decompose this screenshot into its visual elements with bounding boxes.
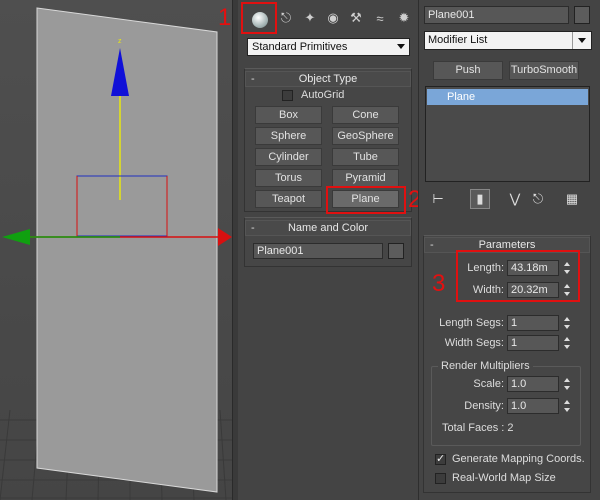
configure-modifier-sets-icon[interactable]: ▦ (562, 189, 582, 209)
viewport-scene: z (0, 0, 232, 500)
collapse-icon: - (251, 73, 255, 85)
plane-object (36, 7, 218, 493)
callout-highlight-2 (326, 186, 406, 214)
callout-highlight-3 (456, 250, 580, 302)
stack-item-plane[interactable]: Plane (427, 89, 588, 105)
render-multipliers-title: Render Multipliers (438, 360, 533, 372)
pin-stack-icon[interactable]: ⊢ (428, 189, 448, 209)
modify-object-name-input[interactable]: Plane001 (424, 6, 569, 24)
shapes-tab-icon[interactable]: ⎋ (276, 8, 296, 28)
length-segs-input[interactable]: 1 (507, 315, 559, 331)
scale-input[interactable]: 1.0 (507, 376, 559, 392)
object-type-header[interactable]: - Object Type (245, 71, 411, 87)
chevron-down-icon (578, 38, 586, 43)
box-button[interactable]: Box (255, 106, 322, 124)
remove-modifier-icon[interactable]: ⎋ (528, 189, 548, 209)
width-segs-label: Width Segs: (444, 337, 504, 349)
generate-mapping-coords-label: Generate Mapping Coords. (452, 453, 585, 465)
modifier-list-dropdown[interactable]: Modifier List (424, 31, 592, 50)
show-end-result-icon[interactable]: ▮ (470, 189, 490, 209)
autogrid-label: AutoGrid (301, 89, 345, 101)
width-segs-input[interactable]: 1 (507, 335, 559, 351)
length-segs-spinner[interactable] (563, 315, 572, 331)
teapot-button[interactable]: Teapot (255, 190, 322, 208)
sphere-button[interactable]: Sphere (255, 127, 322, 145)
category-dropdown[interactable]: Standard Primitives (247, 38, 410, 56)
tube-button[interactable]: Tube (332, 148, 399, 166)
callout-highlight-1 (241, 2, 277, 34)
length-segs-label: Length Segs: (439, 317, 504, 329)
turbosmooth-modifier-button[interactable]: TurboSmooth (509, 61, 579, 80)
name-and-color-rollout: - Name and Color (244, 217, 412, 267)
geosphere-button[interactable]: GeoSphere (332, 127, 399, 145)
gizmo-z-label: z (118, 38, 122, 45)
real-world-map-size-label: Real-World Map Size (452, 472, 556, 484)
make-unique-icon[interactable]: ⋁ (505, 189, 525, 209)
cameras-tab-icon[interactable]: ◉ (323, 8, 343, 28)
lights-tab-icon[interactable]: ✦ (300, 8, 320, 28)
total-faces-readout: Total Faces : 2 (442, 422, 514, 434)
helpers-tab-icon[interactable]: ⚒ (346, 8, 366, 28)
object-color-swatch[interactable] (388, 243, 404, 259)
modifier-list-arrow[interactable] (572, 32, 591, 49)
object-name-input[interactable]: Plane001 (253, 243, 383, 259)
space-warps-tab-icon[interactable]: ≈ (370, 8, 390, 28)
scale-label: Scale: (473, 378, 504, 390)
chevron-down-icon (397, 44, 405, 49)
push-modifier-button[interactable]: Push (433, 61, 503, 80)
callout-number-1: 1 (218, 4, 232, 31)
modifier-stack[interactable]: Plane (425, 86, 590, 182)
systems-tab-icon[interactable]: ✹ (394, 8, 414, 28)
density-input[interactable]: 1.0 (507, 398, 559, 414)
callout-number-3: 3 (432, 270, 446, 297)
modify-color-swatch[interactable] (574, 6, 590, 24)
cone-button[interactable]: Cone (332, 106, 399, 124)
collapse-icon: - (430, 239, 434, 251)
density-label: Density: (464, 400, 504, 412)
collapse-icon: - (251, 222, 255, 234)
scale-spinner[interactable] (563, 376, 572, 392)
width-segs-spinner[interactable] (563, 335, 572, 351)
cylinder-button[interactable]: Cylinder (255, 148, 322, 166)
generate-mapping-coords-checkbox[interactable] (435, 452, 446, 465)
real-world-map-size-checkbox[interactable] (435, 473, 446, 484)
density-spinner[interactable] (563, 398, 572, 414)
torus-button[interactable]: Torus (255, 169, 322, 187)
autogrid-checkbox[interactable] (282, 90, 293, 101)
pyramid-button[interactable]: Pyramid (332, 169, 399, 187)
category-dropdown-value: Standard Primitives (252, 41, 348, 53)
name-and-color-header[interactable]: - Name and Color (245, 220, 411, 236)
perspective-viewport[interactable]: z (0, 0, 232, 500)
